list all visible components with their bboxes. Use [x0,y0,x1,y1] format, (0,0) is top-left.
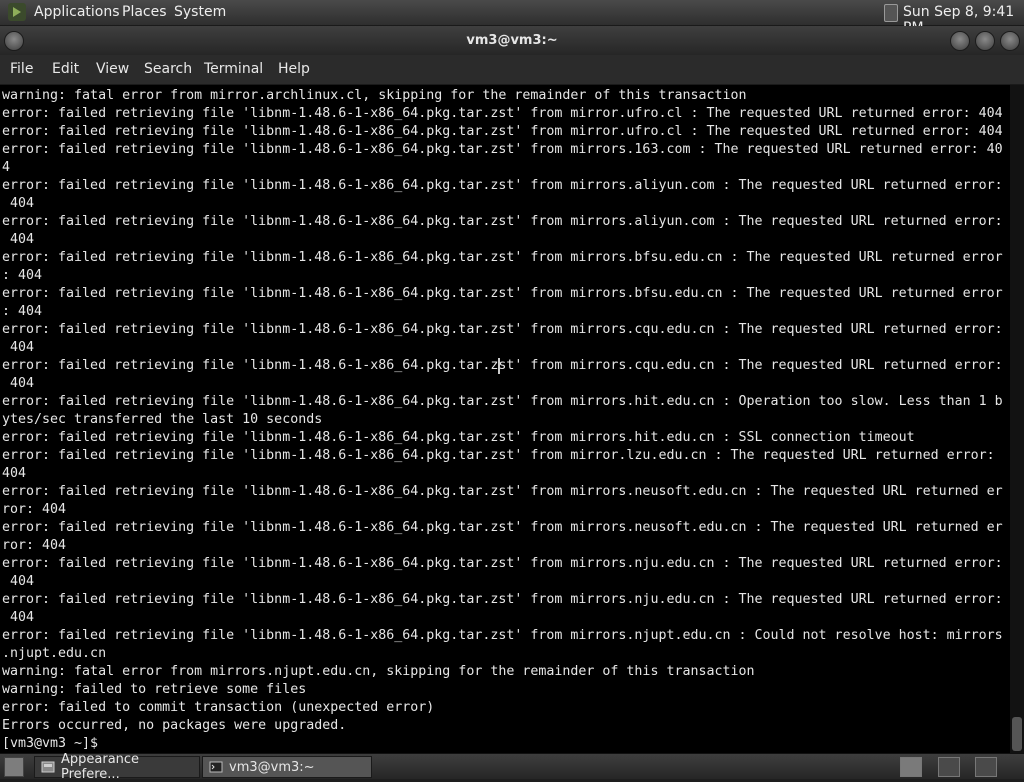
terminal-line: error: failed retrieving file 'libnm-1.4… [2,394,1003,409]
terminal-line: 404 [2,466,27,481]
terminal-line: error: failed retrieving file 'libnm-1.4… [2,592,1003,607]
terminal-line: 404 [2,376,35,391]
terminal-line: error: failed retrieving file 'libnm-1.4… [2,178,1003,193]
terminal-line: error: failed retrieving file 'libnm-1.4… [2,556,1003,571]
terminal-line: Errors occurred, no packages were upgrad… [2,718,347,733]
system-menu[interactable]: System [174,4,226,20]
task-appearance-preferences[interactable]: Appearance Prefere... [34,752,200,782]
terminal-line: error: failed to commit transaction (une… [2,700,435,715]
terminal-line: error: failed retrieving file 'libnm-1.4… [2,124,1003,139]
terminal-line: .njupt.edu.cn [2,646,107,661]
show-desktop-icon[interactable] [4,757,24,777]
terminal-line: error: failed retrieving file 'libnm-1.4… [2,358,1003,373]
clipboard-icon[interactable] [884,4,898,22]
menu-view[interactable]: View [96,61,129,77]
text-cursor-icon [498,358,500,374]
terminal-line: 404 [2,232,35,247]
terminal-line: ror: 404 [2,538,67,553]
terminal-line: error: failed retrieving file 'libnm-1.4… [2,214,1003,229]
terminal-window: vm3@vm3:~ File Edit View Search Terminal… [0,26,1024,753]
terminal-output[interactable]: warning: fatal error from mirror.archlin… [0,85,1010,753]
bottom-taskbar: Appearance Prefere... vm3@vm3:~ [0,752,1024,782]
terminal-line: error: failed retrieving file 'libnm-1.4… [2,520,1003,535]
task-terminal[interactable]: vm3@vm3:~ [202,756,372,778]
terminal-line: ror: 404 [2,502,67,517]
menu-edit[interactable]: Edit [52,61,79,77]
terminal-text: warning: fatal error from mirror.archlin… [2,87,1010,753]
terminal-line: ytes/sec transferred the last 10 seconds [2,412,323,427]
terminal-line: error: failed retrieving file 'libnm-1.4… [2,322,1003,337]
menu-help[interactable]: Help [278,61,310,77]
terminal-line: [vm3@vm3 ~]$ [2,736,99,751]
top-panel: Applications Places System Sun Sep 8, 9:… [0,0,1024,36]
terminal-line: error: failed retrieving file 'libnm-1.4… [2,430,915,445]
terminal-line: error: failed retrieving file 'libnm-1.4… [2,142,1003,157]
terminal-icon [209,760,223,774]
places-menu[interactable]: Places [122,4,167,20]
scrollbar[interactable] [1010,85,1024,753]
terminal-line: : 404 [2,268,43,283]
workspace-1[interactable] [900,757,922,777]
menu-search[interactable]: Search [144,61,192,77]
terminal-line: error: failed retrieving file 'libnm-1.4… [2,628,1003,643]
menu-file[interactable]: File [10,61,33,77]
terminal-line: error: failed retrieving file 'libnm-1.4… [2,250,1003,265]
menu-terminal[interactable]: Terminal [204,61,263,77]
task-label: vm3@vm3:~ [229,759,315,775]
workspace-2[interactable] [938,757,960,777]
terminal-line: 404 [2,574,35,589]
window-titlebar[interactable]: vm3@vm3:~ [0,26,1024,55]
terminal-line: error: failed retrieving file 'libnm-1.4… [2,106,1003,121]
distro-logo-icon[interactable] [8,3,26,21]
terminal-line: error: failed retrieving file 'libnm-1.4… [2,484,1003,499]
workspace-3[interactable] [975,757,997,777]
terminal-line: 404 [2,340,35,355]
terminal-line: error: failed retrieving file 'libnm-1.4… [2,286,1003,301]
terminal-line: 404 [2,196,35,211]
close-button[interactable] [1000,31,1020,51]
preferences-icon [41,760,55,774]
terminal-line: warning: failed to retrieve some files [2,682,307,697]
minimize-button[interactable] [950,31,970,51]
terminal-line: 404 [2,610,35,625]
terminal-line: warning: fatal error from mirrors.njupt.… [2,664,755,679]
terminal-line: error: failed retrieving file 'libnm-1.4… [2,448,995,463]
terminal-line: : 404 [2,304,43,319]
terminal-line: warning: fatal error from mirror.archlin… [2,88,747,103]
menubar: File Edit View Search Terminal Help [0,55,1024,85]
applications-menu[interactable]: Applications [34,4,120,20]
maximize-button[interactable] [975,31,995,51]
terminal-line: 4 [2,160,11,175]
window-title: vm3@vm3:~ [466,33,558,48]
scrollbar-thumb[interactable] [1012,717,1022,751]
